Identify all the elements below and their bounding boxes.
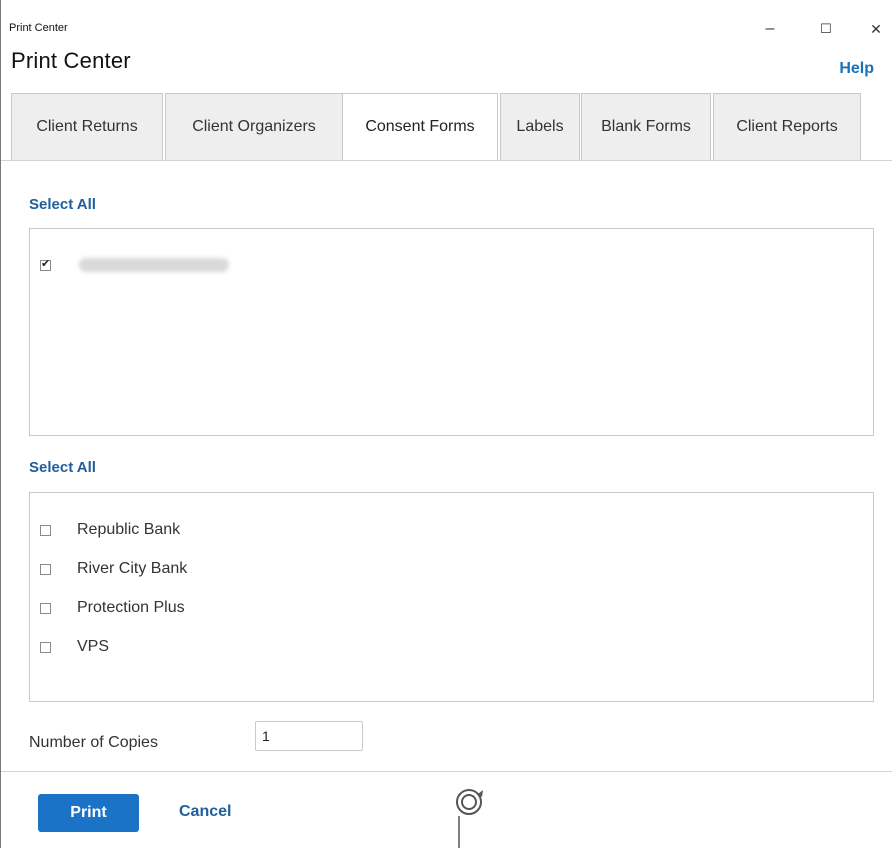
tab-divider — [1, 160, 892, 161]
checkbox-icon[interactable] — [40, 602, 51, 614]
print-button[interactable]: Print — [38, 794, 139, 832]
tab-labels[interactable]: Labels — [500, 93, 580, 161]
maximize-button[interactable]: ☐ — [811, 18, 841, 40]
tab-client-organizers[interactable]: Client Organizers — [165, 93, 343, 161]
checkbox-icon[interactable] — [40, 563, 51, 575]
select-all-banks-link[interactable]: Select All — [29, 459, 96, 476]
bank-label: VPS — [77, 638, 110, 655]
tab-label: Client Organizers — [192, 118, 316, 135]
list-item[interactable]: Republic Bank — [40, 521, 180, 539]
tab-consent-forms[interactable]: Consent Forms — [342, 93, 498, 161]
obscured-client-name — [79, 258, 229, 272]
help-link[interactable]: Help — [839, 60, 874, 78]
tab-client-returns[interactable]: Client Returns — [11, 93, 163, 161]
tab-client-reports[interactable]: Client Reports — [713, 93, 861, 161]
bank-label: River City Bank — [77, 560, 188, 577]
checkbox-icon[interactable] — [40, 524, 51, 536]
tab-label: Client Reports — [736, 118, 838, 135]
print-center-window: Print Center – ☐ ✕ Print Center Help Cli… — [0, 0, 892, 848]
minimize-button[interactable]: – — [755, 18, 785, 40]
list-item[interactable]: Protection Plus — [40, 599, 185, 617]
tab-strip: Client Returns Client Organizers Consent… — [11, 93, 883, 162]
list-item[interactable] — [40, 257, 229, 272]
copies-input[interactable] — [255, 721, 363, 751]
banks-list-panel: Republic Bank River City Bank Protection… — [29, 492, 874, 702]
clients-list-panel — [29, 228, 874, 436]
footer-divider — [1, 771, 892, 772]
select-all-clients-link[interactable]: Select All — [29, 196, 96, 213]
bank-label: Republic Bank — [77, 521, 181, 538]
tab-blank-forms[interactable]: Blank Forms — [581, 93, 711, 161]
copies-label: Number of Copies — [29, 734, 158, 751]
tab-label: Blank Forms — [601, 118, 691, 135]
checkbox-icon[interactable] — [40, 641, 51, 653]
list-item[interactable]: River City Bank — [40, 560, 187, 578]
tab-label: Consent Forms — [365, 118, 475, 135]
list-item[interactable]: VPS — [40, 638, 109, 656]
bank-label: Protection Plus — [77, 599, 185, 616]
checkbox-checked-icon[interactable] — [40, 257, 51, 271]
title-bar[interactable]: Print Center – ☐ ✕ — [1, 0, 892, 44]
loading-cursor-icon — [456, 789, 483, 848]
window-caption: Print Center — [9, 22, 68, 34]
tab-label: Labels — [516, 118, 564, 135]
tab-label: Client Returns — [36, 118, 138, 135]
page-title: Print Center — [11, 48, 131, 73]
cancel-button[interactable]: Cancel — [179, 803, 231, 821]
close-button[interactable]: ✕ — [861, 18, 891, 40]
